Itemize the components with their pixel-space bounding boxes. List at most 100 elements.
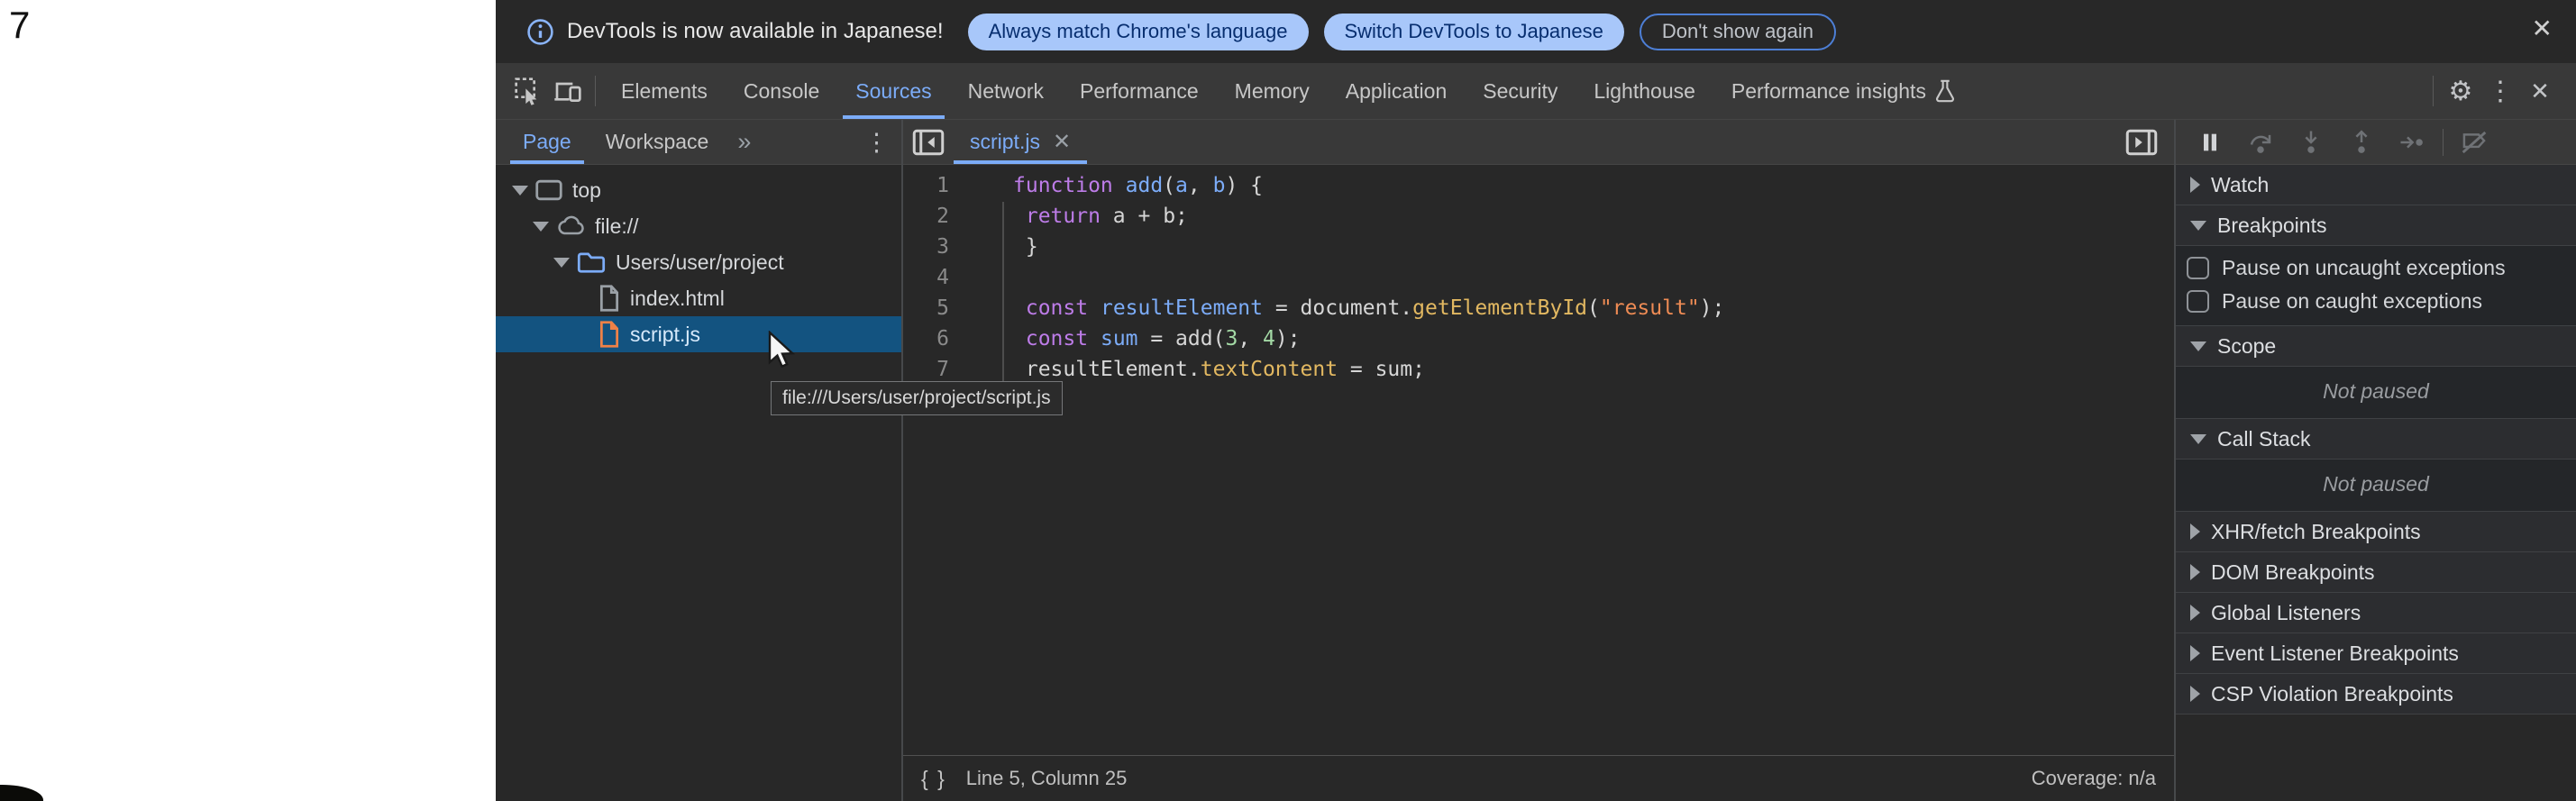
line-number[interactable]: 3: [903, 232, 971, 262]
inspect-element-icon[interactable]: [508, 71, 548, 111]
section-header-call-stack[interactable]: Call Stack: [2176, 419, 2576, 460]
deactivate-breakpoints-icon[interactable]: [2449, 123, 2499, 162]
section-content: Not paused: [2176, 367, 2576, 419]
more-tabs-icon[interactable]: »: [732, 120, 756, 164]
checkbox-row-pause-on-uncaught-exceptions[interactable]: Pause on uncaught exceptions: [2176, 251, 2576, 285]
section-header-event-listener-breakpoints[interactable]: Event Listener Breakpoints: [2176, 633, 2576, 674]
tree-item-label: file://: [595, 214, 639, 239]
panel-tab-performance-insights[interactable]: Performance insights: [1713, 63, 1973, 119]
code-editor[interactable]: 1function add(a, b) {2 return a + b;3 }4…: [903, 165, 2174, 755]
panel-tab-elements[interactable]: Elements: [603, 63, 726, 119]
checkbox[interactable]: [2187, 257, 2209, 279]
tree-item-top[interactable]: top: [496, 172, 901, 208]
section-label: Call Stack: [2217, 427, 2311, 451]
triangle-right-icon: [2190, 645, 2200, 661]
section-header-dom-breakpoints[interactable]: DOM Breakpoints: [2176, 552, 2576, 593]
close-devtools-icon[interactable]: ✕: [2520, 77, 2560, 105]
code-line-5[interactable]: 5 const resultElement = document.getElem…: [903, 293, 2174, 323]
info-icon: [526, 18, 554, 46]
line-number[interactable]: 5: [903, 293, 971, 323]
code-text: function add(a, b) {: [971, 170, 1263, 201]
toggle-debugger-sidebar-icon[interactable]: [2116, 120, 2167, 164]
panel-tab-network[interactable]: Network: [950, 63, 1062, 119]
debugger-toolbar-divider: [2443, 129, 2444, 156]
panel-tab-console[interactable]: Console: [726, 63, 837, 119]
checkbox[interactable]: [2187, 290, 2209, 313]
step-icon[interactable]: [2387, 123, 2437, 162]
code-text: [971, 262, 1026, 293]
close-icon[interactable]: ✕: [2532, 14, 2553, 43]
coverage-status: Coverage: n/a: [2032, 767, 2156, 790]
code-line-7[interactable]: 7 resultElement.textContent = sum;: [903, 354, 2174, 385]
panel-tab-sources[interactable]: Sources: [837, 63, 949, 119]
section-label: DOM Breakpoints: [2211, 560, 2375, 585]
tab-workspace[interactable]: Workspace: [595, 120, 720, 164]
panel-tab-memory[interactable]: Memory: [1217, 63, 1328, 119]
sources-panel: Page Workspace » ⋮ top file:// Users/user/…: [496, 120, 2576, 801]
toolbar-left-icons: [496, 63, 603, 119]
tab-page[interactable]: Page: [512, 120, 582, 164]
code-line-1[interactable]: 1function add(a, b) {: [903, 170, 2174, 201]
expand-triangle-icon[interactable]: [553, 258, 570, 268]
code-text: const sum = add(3, 4);: [971, 323, 1301, 354]
panel-tab-application[interactable]: Application: [1328, 63, 1466, 119]
code-line-4[interactable]: 4: [903, 262, 2174, 293]
notification-button[interactable]: Switch DevTools to Japanese: [1324, 14, 1624, 50]
editor-tab-scriptjs[interactable]: script.js ✕: [954, 120, 1087, 164]
step-over-icon[interactable]: [2235, 123, 2286, 162]
cursor-position: Line 5, Column 25: [966, 767, 1128, 790]
line-number[interactable]: 1: [903, 170, 971, 201]
tree-item-users-user-project[interactable]: Users/user/project: [496, 244, 901, 280]
step-out-icon[interactable]: [2336, 123, 2387, 162]
tree-item-label: top: [572, 178, 601, 203]
notification-button[interactable]: Always match Chrome's language: [968, 14, 1309, 50]
pause-icon[interactable]: [2185, 123, 2235, 162]
line-number[interactable]: 4: [903, 262, 971, 293]
triangle-down-icon: [2190, 221, 2206, 231]
code-line-6[interactable]: 6 const sum = add(3, 4);: [903, 323, 2174, 354]
section-label: Event Listener Breakpoints: [2211, 642, 2459, 666]
section-header-breakpoints[interactable]: Breakpoints: [2176, 205, 2576, 246]
main-toolbar: ElementsConsoleSourcesNetworkPerformance…: [496, 63, 2576, 120]
not-paused-message: Not paused: [2176, 367, 2576, 418]
panel-tab-lighthouse[interactable]: Lighthouse: [1576, 63, 1713, 119]
triangle-right-icon: [2190, 686, 2200, 702]
debugger-pane: Watch Breakpoints Pause on uncaught except…: [2176, 120, 2576, 801]
step-into-icon[interactable]: [2286, 123, 2336, 162]
gear-icon[interactable]: ⚙: [2441, 76, 2480, 107]
tree-item-index-html[interactable]: index.html: [496, 280, 901, 316]
file-path-tooltip: file:///Users/user/project/script.js: [771, 381, 1063, 415]
code-line-3[interactable]: 3 }: [903, 232, 2174, 262]
section-label: XHR/fetch Breakpoints: [2211, 520, 2421, 544]
notification-button[interactable]: Don't show again: [1640, 14, 1836, 50]
section-label: Watch: [2211, 173, 2269, 197]
toolbar-right-icons: ⚙ ⋮ ✕: [2425, 63, 2576, 119]
device-toolbar-icon[interactable]: [548, 71, 588, 111]
section-header-csp-violation-breakpoints[interactable]: CSP Violation Breakpoints: [2176, 674, 2576, 715]
kebab-menu-icon[interactable]: ⋮: [2480, 76, 2520, 107]
checkbox-row-pause-on-caught-exceptions[interactable]: Pause on caught exceptions: [2176, 285, 2576, 318]
section-header-watch[interactable]: Watch: [2176, 165, 2576, 205]
expand-triangle-icon[interactable]: [512, 186, 528, 196]
line-number[interactable]: 2: [903, 201, 971, 232]
tree-item-script-js[interactable]: script.js: [496, 316, 901, 352]
navigator-kebab-icon[interactable]: ⋮: [864, 129, 889, 157]
triangle-right-icon: [2190, 605, 2200, 621]
code-line-2[interactable]: 2 return a + b;: [903, 201, 2174, 232]
line-number[interactable]: 6: [903, 323, 971, 354]
panel-tab-performance[interactable]: Performance: [1062, 63, 1217, 119]
notification-message: DevTools is now available in Japanese!: [567, 19, 944, 44]
expand-triangle-icon[interactable]: [533, 222, 549, 232]
triangle-right-icon: [2190, 523, 2200, 540]
tab-close-icon[interactable]: ✕: [1053, 129, 1071, 155]
section-header-xhr-fetch-breakpoints[interactable]: XHR/fetch Breakpoints: [2176, 512, 2576, 552]
panel-tab-security[interactable]: Security: [1465, 63, 1576, 119]
pretty-print-icon[interactable]: { }: [921, 767, 946, 791]
folder-icon: [577, 250, 606, 274]
line-number[interactable]: 7: [903, 354, 971, 385]
section-header-scope[interactable]: Scope: [2176, 326, 2576, 367]
tree-item-file-[interactable]: file://: [496, 208, 901, 244]
not-paused-message: Not paused: [2176, 460, 2576, 511]
section-header-global-listeners[interactable]: Global Listeners: [2176, 593, 2576, 633]
toggle-navigator-icon[interactable]: [903, 120, 954, 164]
